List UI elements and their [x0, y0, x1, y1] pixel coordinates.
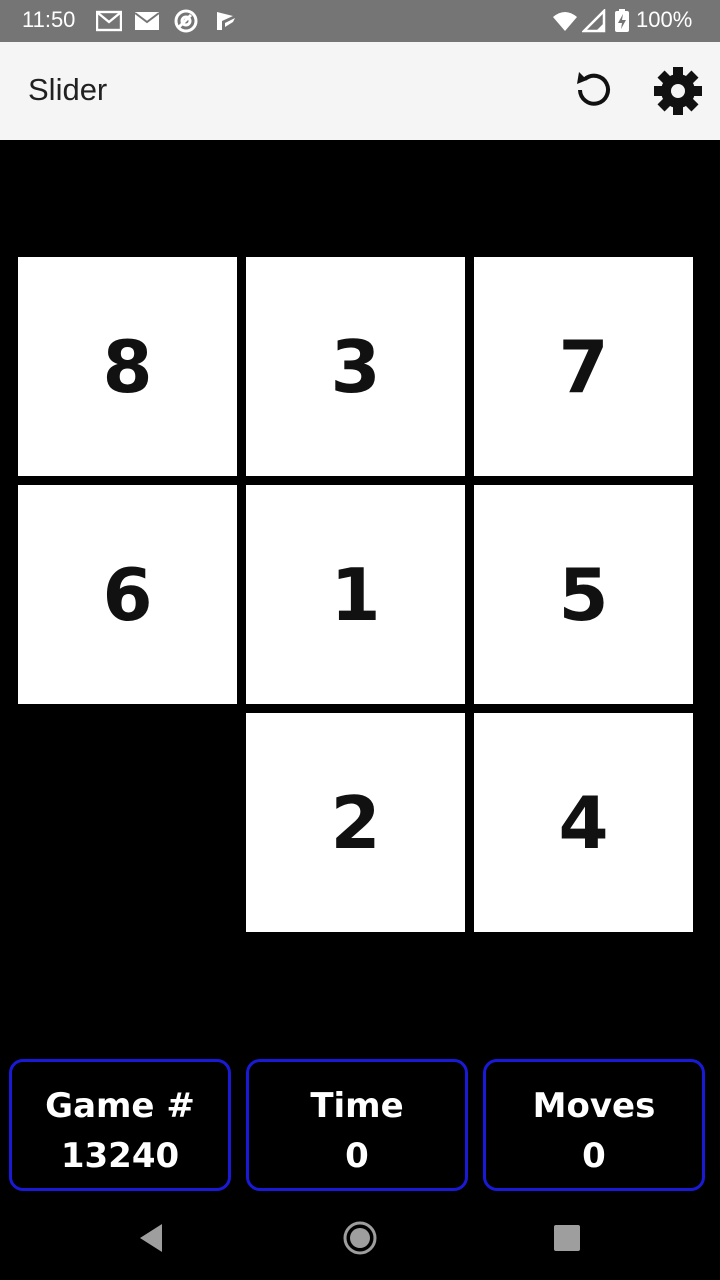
gmail-icon: [96, 10, 122, 32]
settings-icon[interactable]: [651, 64, 705, 118]
moves-label: Moves: [532, 1086, 656, 1126]
puzzle-tile[interactable]: 1: [246, 485, 465, 704]
status-time: 11:50: [22, 7, 76, 32]
puzzle-tile[interactable]: 2: [246, 713, 465, 932]
battery-percentage: 100%: [636, 7, 693, 32]
vpn-icon: [174, 9, 198, 33]
puzzle-tile[interactable]: 6: [18, 485, 237, 704]
time-label: Time: [310, 1086, 404, 1126]
back-icon[interactable]: [132, 1218, 172, 1258]
puzzle-tile[interactable]: 5: [474, 485, 693, 704]
home-icon[interactable]: [340, 1218, 380, 1258]
restart-icon[interactable]: [566, 64, 620, 118]
puzzle-tile[interactable]: 7: [474, 257, 693, 476]
puzzle-tile[interactable]: 8: [18, 257, 237, 476]
app-bar: Slider: [0, 42, 720, 140]
status-bar: 11:50 100%: [0, 0, 720, 42]
battery-charging-icon: [615, 9, 629, 32]
moves-value: 0: [582, 1136, 606, 1176]
mail-icon: [134, 12, 160, 30]
app-title: Slider: [28, 72, 108, 107]
puzzle-board: 837 61524: [0, 140, 720, 1045]
puzzle-tile[interactable]: 4: [474, 713, 693, 932]
game-number-box: Game # 13240: [9, 1059, 231, 1191]
recents-icon[interactable]: [547, 1218, 587, 1258]
game-number-value: 13240: [60, 1136, 180, 1176]
signal-icon: [582, 9, 606, 33]
navigation-bar: [0, 1196, 720, 1280]
time-value: 0: [345, 1136, 369, 1176]
moves-box: Moves 0: [483, 1059, 705, 1191]
puzzle-tile[interactable]: 3: [246, 257, 465, 476]
game-number-label: Game #: [45, 1086, 195, 1126]
play-store-icon: [217, 12, 235, 30]
time-box: Time 0: [246, 1059, 468, 1191]
wifi-icon: [553, 12, 577, 31]
